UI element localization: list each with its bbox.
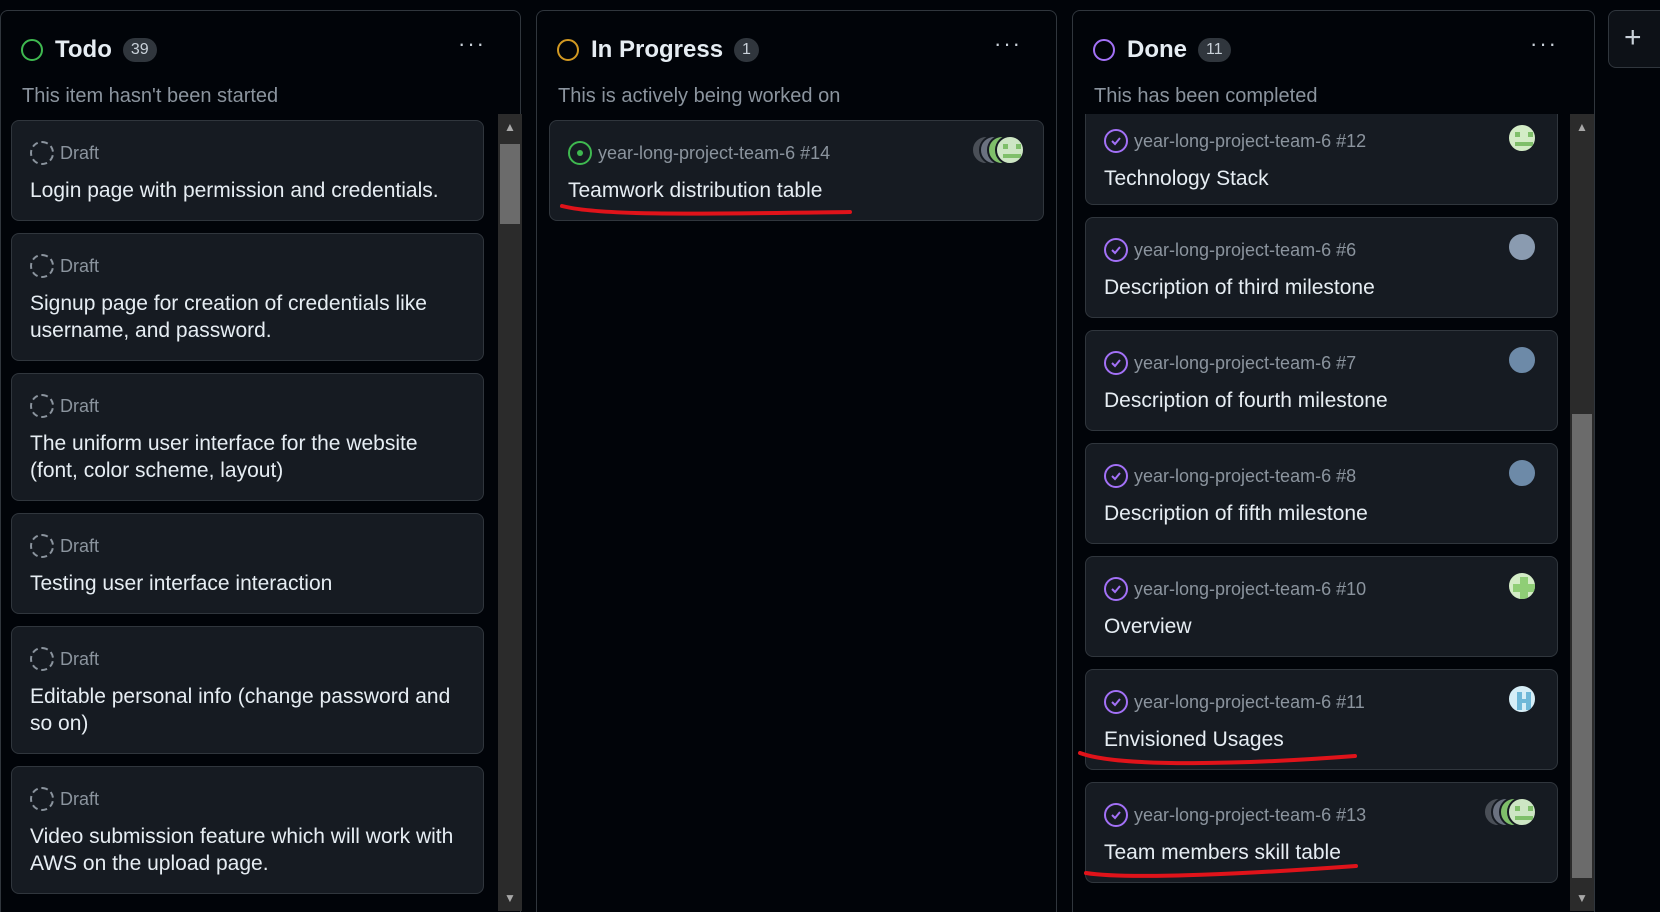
avatar[interactable]	[995, 135, 1025, 165]
card-title[interactable]: Description of third milestone	[1104, 274, 1541, 301]
card-meta: Draft	[60, 255, 100, 276]
card-meta: Draft	[60, 648, 100, 669]
card[interactable]: Draft Signup page for creation of creden…	[11, 233, 484, 361]
card-title[interactable]: Testing user interface interaction	[30, 570, 467, 597]
card[interactable]: Draft The uniform user interface for the…	[11, 373, 484, 501]
avatar[interactable]	[1507, 684, 1537, 714]
card-title[interactable]: Signup page for creation of credentials …	[30, 290, 467, 344]
column-in-progress: In Progress 1 ··· This is actively being…	[536, 10, 1057, 912]
scroll-up-icon[interactable]: ▲	[498, 120, 522, 134]
card-meta: Draft	[60, 788, 100, 809]
avatar[interactable]	[1507, 232, 1537, 262]
column-header: In Progress 1	[557, 35, 759, 65]
item-count-badge: 11	[1198, 38, 1231, 62]
check-circle-icon	[1104, 577, 1128, 601]
column-title: In Progress	[591, 36, 724, 63]
draft-icon	[30, 141, 54, 165]
open-issue-icon	[568, 141, 592, 165]
draft-icon	[30, 787, 54, 811]
card-meta: Draft	[60, 395, 100, 416]
check-circle-icon	[1104, 464, 1128, 488]
draft-icon	[30, 647, 54, 671]
card-meta[interactable]: year-long-project-team-6 #8	[1134, 466, 1356, 487]
avatar[interactable]	[1507, 571, 1537, 601]
avatar[interactable]	[1507, 123, 1537, 153]
card-title[interactable]: Video submission feature which will work…	[30, 823, 467, 877]
todo-scrollbar[interactable]: ▲ ▼	[498, 114, 522, 911]
scroll-down-icon[interactable]: ▼	[498, 891, 522, 905]
draft-icon	[30, 394, 54, 418]
card[interactable]: year-long-project-team-6 #12 Technology …	[1085, 114, 1558, 205]
check-circle-icon	[1104, 238, 1128, 262]
column-header: Todo 39	[21, 35, 157, 65]
in-progress-status-icon	[557, 39, 579, 61]
card[interactable]: year-long-project-team-6 #7 Description …	[1085, 330, 1558, 431]
card-meta[interactable]: year-long-project-team-6 #11	[1134, 692, 1365, 713]
scroll-thumb[interactable]	[500, 144, 520, 224]
card[interactable]: year-long-project-team-6 #13 Team member…	[1085, 782, 1558, 883]
column-menu-button[interactable]: ···	[452, 33, 492, 63]
avatar[interactable]	[1507, 345, 1537, 375]
card[interactable]: year-long-project-team-6 #11 Envisioned …	[1085, 669, 1558, 770]
card[interactable]: year-long-project-team-6 #14 Teamwork di…	[549, 120, 1044, 221]
card-meta: Draft	[60, 535, 100, 556]
card[interactable]: Draft Login page with permission and cre…	[11, 120, 484, 221]
check-circle-icon	[1104, 690, 1128, 714]
card-meta[interactable]: year-long-project-team-6 #6	[1134, 240, 1356, 261]
column-done: Done 11 ··· This has been completed year…	[1072, 10, 1595, 912]
column-menu-button[interactable]: ···	[988, 33, 1028, 63]
card[interactable]: year-long-project-team-6 #10 Overview	[1085, 556, 1558, 657]
card-meta[interactable]: year-long-project-team-6 #10	[1134, 579, 1366, 600]
card[interactable]: Draft Editable personal info (change pas…	[11, 626, 484, 754]
card-title[interactable]: Team members skill table	[1104, 839, 1541, 866]
column-todo: Todo 39 ··· This item hasn't been starte…	[0, 10, 522, 912]
column-title: Done	[1127, 36, 1187, 63]
todo-status-icon	[21, 39, 43, 61]
card-meta[interactable]: year-long-project-team-6 #7	[1134, 353, 1356, 374]
check-circle-icon	[1104, 351, 1128, 375]
card-title[interactable]: Editable personal info (change password …	[30, 683, 467, 737]
card-title[interactable]: Description of fifth milestone	[1104, 500, 1541, 527]
card-meta[interactable]: year-long-project-team-6 #12	[1134, 131, 1366, 152]
card-title[interactable]: Login page with permission and credentia…	[30, 177, 467, 204]
draft-icon	[30, 534, 54, 558]
card-meta[interactable]: year-long-project-team-6 #13	[1134, 805, 1366, 826]
item-count-badge: 1	[734, 38, 759, 62]
column-header: Done 11	[1093, 35, 1231, 65]
card-meta[interactable]: year-long-project-team-6 #14	[598, 143, 830, 164]
avatar[interactable]	[1507, 458, 1537, 488]
card[interactable]: Draft Testing user interface interaction	[11, 513, 484, 614]
done-status-icon	[1093, 39, 1115, 61]
card-title[interactable]: Description of fourth milestone	[1104, 387, 1541, 414]
project-board: Todo 39 ··· This item hasn't been starte…	[0, 0, 1660, 912]
card-title[interactable]: Envisioned Usages	[1104, 726, 1541, 753]
column-title: Todo	[55, 36, 112, 63]
column-description: This has been completed	[1094, 85, 1318, 107]
column-description: This is actively being worked on	[558, 85, 841, 107]
draft-icon	[30, 254, 54, 278]
card[interactable]: year-long-project-team-6 #8 Description …	[1085, 443, 1558, 544]
card[interactable]: Draft Video submission feature which wil…	[11, 766, 484, 894]
scroll-up-icon[interactable]: ▲	[1570, 120, 1594, 134]
avatar[interactable]	[1507, 797, 1537, 827]
card-title[interactable]: Teamwork distribution table	[568, 177, 1027, 204]
item-count-badge: 39	[122, 38, 157, 62]
scroll-down-icon[interactable]: ▼	[1570, 891, 1594, 905]
card-title[interactable]: Technology Stack	[1104, 165, 1541, 192]
add-column-button[interactable]: +	[1608, 10, 1660, 68]
column-description: This item hasn't been started	[22, 85, 279, 107]
card-meta: Draft	[60, 142, 100, 163]
scroll-thumb[interactable]	[1572, 414, 1592, 878]
column-menu-button[interactable]: ···	[1524, 33, 1564, 63]
done-card-list: year-long-project-team-6 #12 Technology …	[1073, 114, 1570, 911]
done-scrollbar[interactable]: ▲ ▼	[1570, 114, 1594, 911]
card-title[interactable]: The uniform user interface for the websi…	[30, 430, 467, 484]
check-circle-icon	[1104, 129, 1128, 153]
check-circle-icon	[1104, 803, 1128, 827]
card[interactable]: year-long-project-team-6 #6 Description …	[1085, 217, 1558, 318]
card-title[interactable]: Overview	[1104, 613, 1541, 640]
